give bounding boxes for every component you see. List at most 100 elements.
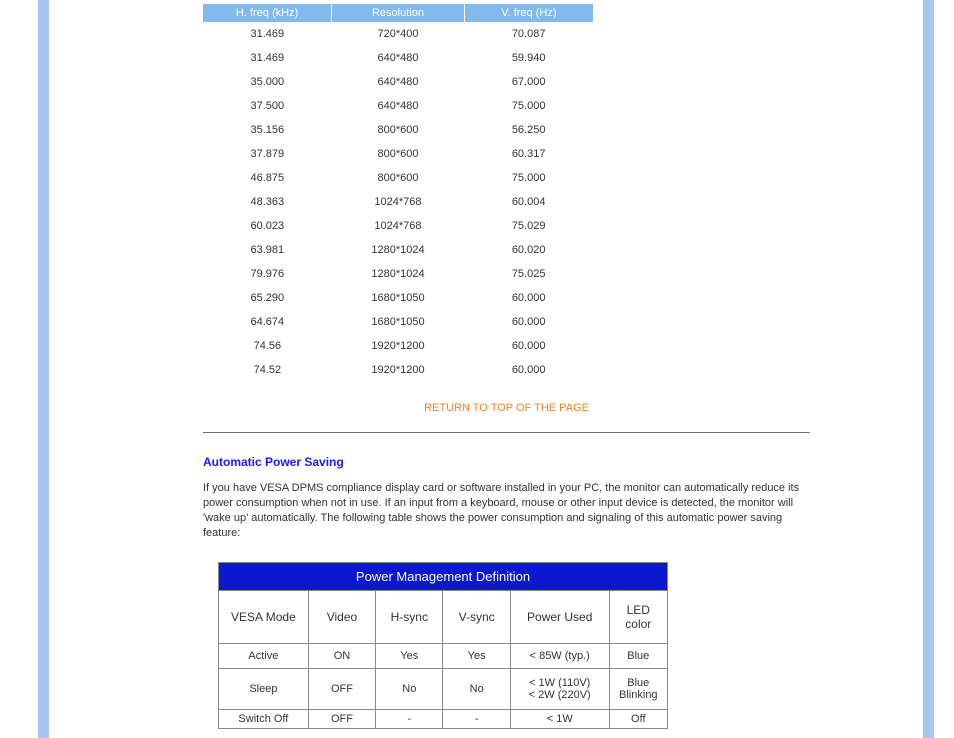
table-cell: - <box>443 710 510 729</box>
table-cell: 1920*1200 <box>332 358 465 382</box>
table-cell: 1280*1024 <box>332 262 465 286</box>
table-cell: 74.56 <box>203 334 332 358</box>
frequency-table: H. freq (kHz) Resolution V. freq (Hz) 31… <box>203 4 593 382</box>
return-to-top-anchor[interactable]: RETURN TO TOP OF THE PAGE <box>424 402 589 414</box>
table-cell: 75.000 <box>464 94 593 118</box>
return-to-top-link[interactable]: RETURN TO TOP OF THE PAGE <box>203 382 810 432</box>
table-row: 37.500640*48075.000 <box>203 94 593 118</box>
freq-header-vfreq: V. freq (Hz) <box>464 4 593 22</box>
pm-header-video: Video <box>308 591 375 644</box>
table-row: 65.2901680*105060.000 <box>203 286 593 310</box>
table-row: 35.000640*48067.000 <box>203 70 593 94</box>
table-cell: 60.317 <box>464 142 593 166</box>
table-cell: 1680*1050 <box>332 310 465 334</box>
pm-header-vsync: V-sync <box>443 591 510 644</box>
table-cell: Yes <box>443 644 510 669</box>
table-cell: 35.156 <box>203 118 332 142</box>
table-cell: 67.000 <box>464 70 593 94</box>
table-row: 31.469720*40070.087 <box>203 22 593 46</box>
table-cell: 1024*768 <box>332 214 465 238</box>
pm-header-hsync: H-sync <box>376 591 443 644</box>
table-cell: Blue Blinking <box>609 669 667 710</box>
table-cell: 60.023 <box>203 214 332 238</box>
table-cell: 74.52 <box>203 358 332 382</box>
table-cell: 1680*1050 <box>332 286 465 310</box>
table-cell: 60.020 <box>464 238 593 262</box>
table-cell: 60.000 <box>464 286 593 310</box>
table-cell: ON <box>308 644 375 669</box>
content-area: H. freq (kHz) Resolution V. freq (Hz) 31… <box>203 0 810 729</box>
table-cell: 640*480 <box>332 70 465 94</box>
table-cell: Off <box>609 710 667 729</box>
table-cell: 800*600 <box>332 142 465 166</box>
power-management-table: Power Management Definition VESA Mode Vi… <box>218 562 668 729</box>
table-cell: OFF <box>308 710 375 729</box>
table-cell: 640*480 <box>332 46 465 70</box>
table-cell: 75.029 <box>464 214 593 238</box>
pm-title-cell: Power Management Definition <box>219 563 668 591</box>
table-cell: 56.250 <box>464 118 593 142</box>
table-row: 35.156800*60056.250 <box>203 118 593 142</box>
table-cell: 31.469 <box>203 22 332 46</box>
table-cell: 720*400 <box>332 22 465 46</box>
table-row: 74.521920*120060.000 <box>203 358 593 382</box>
table-cell: 63.981 <box>203 238 332 262</box>
table-cell: < 1W <box>510 710 609 729</box>
table-cell: 800*600 <box>332 166 465 190</box>
table-row: ActiveONYesYes< 85W (typ.)Blue <box>219 644 668 669</box>
table-row: 60.0231024*76875.029 <box>203 214 593 238</box>
table-cell: 64.674 <box>203 310 332 334</box>
table-cell: 48.363 <box>203 190 332 214</box>
table-row: 31.469640*48059.940 <box>203 46 593 70</box>
table-row: 74.561920*120060.000 <box>203 334 593 358</box>
freq-header-hfreq: H. freq (kHz) <box>203 4 332 22</box>
pm-header-power: Power Used <box>510 591 609 644</box>
table-row: 37.879800*60060.317 <box>203 142 593 166</box>
table-row: 63.9811280*102460.020 <box>203 238 593 262</box>
table-row: Switch OffOFF--< 1WOff <box>219 710 668 729</box>
table-cell: 79.976 <box>203 262 332 286</box>
section-heading-auto-power-saving: Automatic Power Saving <box>203 455 810 469</box>
table-row: SleepOFFNoNo< 1W (110V) < 2W (220V)Blue … <box>219 669 668 710</box>
table-row: 46.875800*60075.000 <box>203 166 593 190</box>
table-cell: OFF <box>308 669 375 710</box>
table-cell: 1280*1024 <box>332 238 465 262</box>
table-cell: Blue <box>609 644 667 669</box>
freq-header-resolution: Resolution <box>332 4 465 22</box>
table-cell: No <box>376 669 443 710</box>
table-cell: 60.000 <box>464 358 593 382</box>
table-row: 48.3631024*76860.004 <box>203 190 593 214</box>
table-cell: 31.469 <box>203 46 332 70</box>
table-cell: 60.000 <box>464 334 593 358</box>
table-cell: 37.879 <box>203 142 332 166</box>
table-cell: No <box>443 669 510 710</box>
freq-table-header-row: H. freq (kHz) Resolution V. freq (Hz) <box>203 4 593 22</box>
table-cell: 75.000 <box>464 166 593 190</box>
table-cell: 37.500 <box>203 94 332 118</box>
table-cell: 70.087 <box>464 22 593 46</box>
table-cell: Sleep <box>219 669 309 710</box>
table-row: 64.6741680*105060.000 <box>203 310 593 334</box>
table-cell: 46.875 <box>203 166 332 190</box>
table-cell: 1024*768 <box>332 190 465 214</box>
table-cell: 60.004 <box>464 190 593 214</box>
table-cell: 65.290 <box>203 286 332 310</box>
table-cell: < 85W (typ.) <box>510 644 609 669</box>
pm-title-row: Power Management Definition <box>219 563 668 591</box>
pm-header-led: LED color <box>609 591 667 644</box>
pm-header-row: VESA Mode Video H-sync V-sync Power Used… <box>219 591 668 644</box>
pm-header-vesa: VESA Mode <box>219 591 309 644</box>
table-cell: Yes <box>376 644 443 669</box>
table-cell: 800*600 <box>332 118 465 142</box>
table-cell: 35.000 <box>203 70 332 94</box>
table-cell: 60.000 <box>464 310 593 334</box>
table-cell: - <box>376 710 443 729</box>
table-cell: 1920*1200 <box>332 334 465 358</box>
auto-power-saving-text: If you have VESA DPMS compliance display… <box>203 481 810 540</box>
table-cell: Switch Off <box>219 710 309 729</box>
table-cell: 75.025 <box>464 262 593 286</box>
right-decorative-bar <box>923 0 934 738</box>
table-row: 79.9761280*102475.025 <box>203 262 593 286</box>
left-decorative-bar <box>38 0 49 738</box>
divider <box>203 432 810 433</box>
